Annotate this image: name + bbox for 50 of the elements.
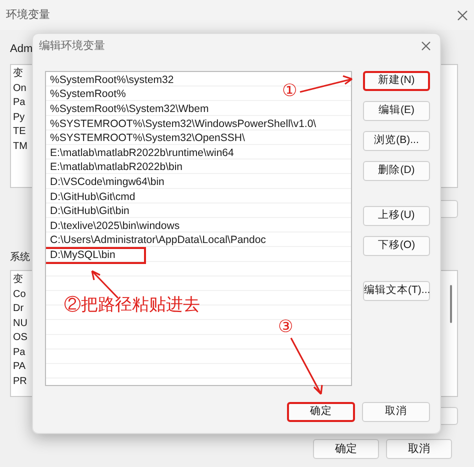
cancel-button[interactable]: 取消 <box>386 439 452 459</box>
variable-row[interactable]: PR <box>13 374 27 389</box>
ok-button[interactable]: 确定 <box>287 402 355 422</box>
annotation-text: ① <box>282 82 297 99</box>
variable-row[interactable]: Pa <box>13 96 26 110</box>
path-row[interactable]: C:\Users\Administrator\AppData\Local\Pandoc <box>46 234 270 248</box>
variable-row[interactable]: 变 <box>13 273 23 288</box>
path-row[interactable]: %SYSTEMROOT%\System32\OpenSSH\ <box>46 132 249 146</box>
path-row[interactable]: D:\GitHub\Git\bin <box>46 205 134 218</box>
path-row[interactable]: D:\GitHub\Git\cmd <box>46 190 140 204</box>
annotation-arrow <box>300 75 353 93</box>
annotation-text: ③ <box>278 318 293 335</box>
scrollbar-thumb[interactable] <box>450 285 452 323</box>
close-icon[interactable] <box>421 41 431 51</box>
side-button[interactable]: 新建(N) <box>363 71 430 91</box>
variable-row[interactable]: Dr <box>13 302 24 316</box>
side-button[interactable]: 编辑(E) <box>363 101 430 121</box>
variable-row[interactable]: PA <box>13 360 26 374</box>
side-button[interactable]: 浏览(B)... <box>363 131 430 151</box>
variable-row[interactable]: TM <box>13 140 28 154</box>
side-button[interactable]: 下移(O) <box>363 236 430 256</box>
path-row[interactable]: %SystemRoot%\system32 <box>46 74 178 87</box>
side-button[interactable]: 删除(D) <box>363 161 430 181</box>
variable-row[interactable]: NU <box>13 316 28 331</box>
path-row[interactable]: D:\VSCode\mingw64\bin <box>46 176 168 189</box>
path-row[interactable]: D:\MySQL\bin <box>46 248 144 262</box>
side-button[interactable]: 上移(U) <box>363 206 430 226</box>
variable-row[interactable]: Co <box>13 288 26 302</box>
system-variables-label: 系统 <box>10 252 30 263</box>
annotation-text: ②把路径粘贴进去 <box>64 296 200 313</box>
path-row[interactable]: E:\matlab\matlabR2022b\bin <box>46 161 186 174</box>
variable-row[interactable]: 变 <box>13 67 23 82</box>
path-row[interactable]: %SYSTEMROOT%\System32\WindowsPowerShell\v1.0\ <box>46 118 320 131</box>
path-row[interactable]: %SystemRoot% <box>46 88 130 102</box>
path-row[interactable]: E:\matlab\matlabR2022b\runtime\win64 <box>46 146 238 160</box>
side-button[interactable]: 编辑文本(T)... <box>363 281 430 301</box>
cancel-button[interactable]: 取消 <box>362 402 430 422</box>
annotation-arrow <box>290 338 323 395</box>
close-icon[interactable] <box>457 10 468 20</box>
variable-row[interactable]: On <box>13 82 26 96</box>
ok-button[interactable]: 确定 <box>313 439 379 459</box>
window-title: 环境变量 <box>6 8 50 23</box>
variable-row[interactable]: OS <box>13 331 28 346</box>
variable-row[interactable]: TE <box>13 125 26 140</box>
user-variables-label: Adm <box>10 43 33 55</box>
variable-row[interactable]: Py <box>13 110 25 125</box>
path-row[interactable]: %SystemRoot%\System32\Wbem <box>46 102 213 116</box>
path-row[interactable]: D:\texlive\2025\bin\windows <box>46 220 184 233</box>
dialog-title: 编辑环境变量 <box>39 38 105 54</box>
variable-row[interactable]: Pa <box>13 346 26 360</box>
